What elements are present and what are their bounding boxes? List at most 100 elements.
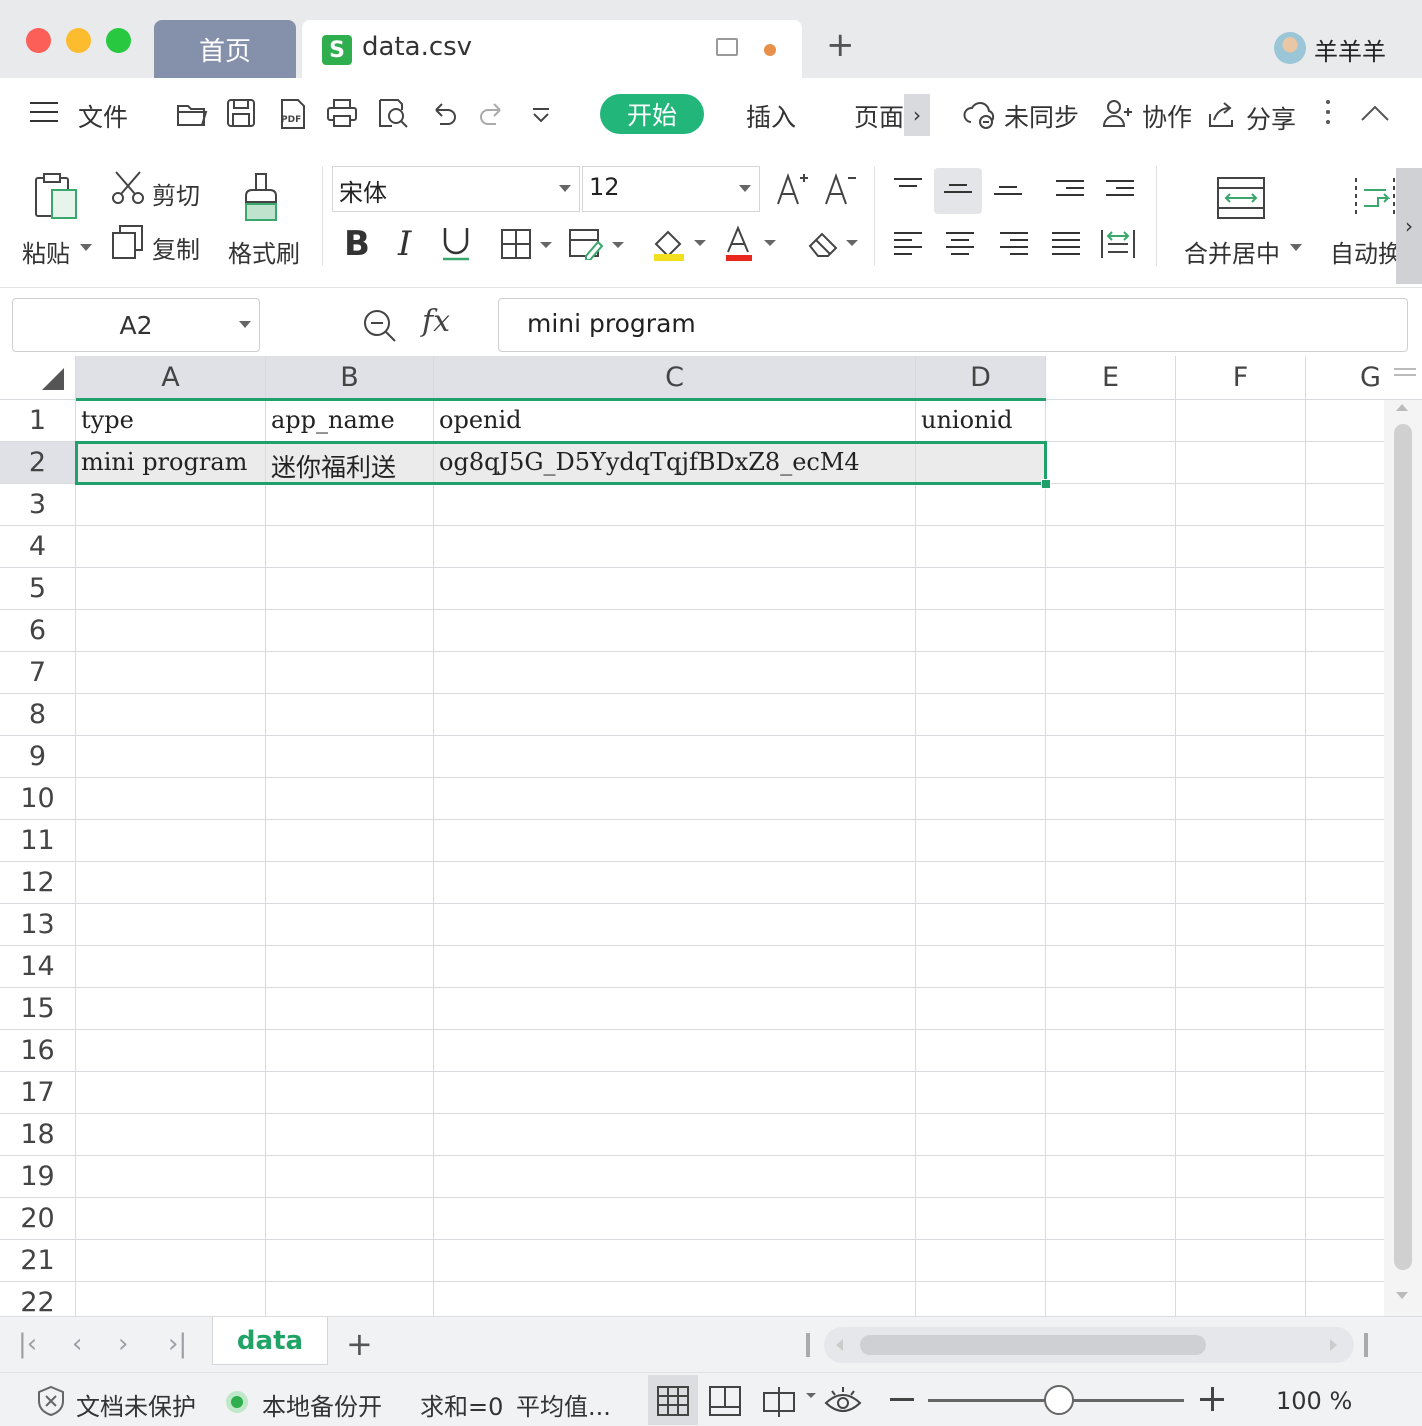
- row-header-9[interactable]: 9: [0, 736, 76, 778]
- cell-d9[interactable]: [916, 736, 1046, 778]
- paste-dropdown-icon[interactable]: [80, 244, 92, 251]
- cell-g4[interactable]: [1306, 526, 1384, 568]
- merge-center-icon[interactable]: [1216, 176, 1266, 220]
- file-menu[interactable]: 文件: [78, 98, 128, 134]
- align-right-icon[interactable]: [1000, 232, 1028, 255]
- format-painter-icon[interactable]: [240, 172, 284, 224]
- font-name-select[interactable]: 宋体: [332, 166, 580, 212]
- column-header-e[interactable]: E: [1046, 356, 1176, 400]
- cell-g22[interactable]: [1306, 1282, 1384, 1316]
- cell-f20[interactable]: [1176, 1198, 1306, 1240]
- cell-b13[interactable]: [266, 904, 434, 946]
- cell-b8[interactable]: [266, 694, 434, 736]
- tab-insert[interactable]: 插入: [746, 98, 796, 134]
- cell-g20[interactable]: [1306, 1198, 1384, 1240]
- increase-indent-icon[interactable]: [1106, 180, 1134, 202]
- cell-c17[interactable]: [434, 1072, 916, 1114]
- monitor-icon[interactable]: [716, 38, 738, 56]
- cell-style-icon[interactable]: [568, 226, 626, 260]
- cell-c8[interactable]: [434, 694, 916, 736]
- collaborate-icon[interactable]: [1102, 98, 1134, 128]
- formula-input[interactable]: mini program: [498, 298, 1408, 352]
- cell-b18[interactable]: [266, 1114, 434, 1156]
- cell-f1[interactable]: [1176, 400, 1306, 442]
- cell-a4[interactable]: [76, 526, 266, 568]
- cell-g21[interactable]: [1306, 1240, 1384, 1282]
- cell-e8[interactable]: [1046, 694, 1176, 736]
- fill-color-icon[interactable]: [650, 224, 708, 264]
- more-options-icon[interactable]: [1326, 100, 1330, 124]
- align-top-icon[interactable]: [894, 178, 922, 200]
- cell-a7[interactable]: [76, 652, 266, 694]
- select-all-corner[interactable]: [0, 356, 76, 400]
- bold-icon[interactable]: B: [344, 224, 370, 264]
- cell-c4[interactable]: [434, 526, 916, 568]
- merge-center-button[interactable]: 合并居中: [1184, 234, 1280, 269]
- row-header-15[interactable]: 15: [0, 988, 76, 1030]
- cell-b6[interactable]: [266, 610, 434, 652]
- cell-c12[interactable]: [434, 862, 916, 904]
- cell-f22[interactable]: [1176, 1282, 1306, 1316]
- row-header-5[interactable]: 5: [0, 568, 76, 610]
- row-header-12[interactable]: 12: [0, 862, 76, 904]
- cell-g7[interactable]: [1306, 652, 1384, 694]
- zoom-in-icon[interactable]: [1200, 1387, 1224, 1411]
- cell-c7[interactable]: [434, 652, 916, 694]
- cloud-sync-icon[interactable]: [962, 98, 998, 130]
- merge-dropdown-icon[interactable]: [1290, 244, 1302, 251]
- cell-c2[interactable]: og8qJ5G_D5YydqTqjfBDxZ8_ecM4: [434, 442, 916, 484]
- name-box[interactable]: A2: [12, 298, 260, 352]
- row-header-6[interactable]: 6: [0, 610, 76, 652]
- cell-d18[interactable]: [916, 1114, 1046, 1156]
- cell-c19[interactable]: [434, 1156, 916, 1198]
- ribbon-scroll-right-icon[interactable]: ›: [1396, 168, 1422, 284]
- page-layout-view-icon[interactable]: [708, 1385, 742, 1417]
- cell-d10[interactable]: [916, 778, 1046, 820]
- cell-a1[interactable]: type: [76, 400, 266, 442]
- cell-e3[interactable]: [1046, 484, 1176, 526]
- cell-e11[interactable]: [1046, 820, 1176, 862]
- cell-f3[interactable]: [1176, 484, 1306, 526]
- cell-d6[interactable]: [916, 610, 1046, 652]
- cell-c9[interactable]: [434, 736, 916, 778]
- justify-icon[interactable]: [1052, 232, 1080, 255]
- cell-f2[interactable]: [1176, 442, 1306, 484]
- cell-f13[interactable]: [1176, 904, 1306, 946]
- cell-f10[interactable]: [1176, 778, 1306, 820]
- cell-g6[interactable]: [1306, 610, 1384, 652]
- cell-e22[interactable]: [1046, 1282, 1176, 1316]
- row-header-13[interactable]: 13: [0, 904, 76, 946]
- collab-button[interactable]: 协作: [1142, 98, 1192, 134]
- cell-e21[interactable]: [1046, 1240, 1176, 1282]
- align-bottom-icon[interactable]: [994, 186, 1022, 208]
- cell-e1[interactable]: [1046, 400, 1176, 442]
- tab-home[interactable]: 首页: [154, 20, 296, 78]
- cell-e4[interactable]: [1046, 526, 1176, 568]
- cell-c14[interactable]: [434, 946, 916, 988]
- close-window-button[interactable]: [26, 28, 51, 53]
- cell-a2[interactable]: mini program: [76, 442, 266, 484]
- cell-a3[interactable]: [76, 484, 266, 526]
- cell-e10[interactable]: [1046, 778, 1176, 820]
- cell-g16[interactable]: [1306, 1030, 1384, 1072]
- cell-f6[interactable]: [1176, 610, 1306, 652]
- cell-g3[interactable]: [1306, 484, 1384, 526]
- row-header-19[interactable]: 19: [0, 1156, 76, 1198]
- cell-g11[interactable]: [1306, 820, 1384, 862]
- cell-d8[interactable]: [916, 694, 1046, 736]
- collapse-ribbon-icon[interactable]: [1360, 104, 1390, 122]
- cell-d13[interactable]: [916, 904, 1046, 946]
- new-tab-button[interactable]: +: [826, 28, 855, 62]
- split-handle-icon[interactable]: [1364, 1333, 1368, 1357]
- scroll-left-icon[interactable]: [836, 1339, 843, 1351]
- row-header-22[interactable]: 22: [0, 1282, 76, 1316]
- cell-f12[interactable]: [1176, 862, 1306, 904]
- cell-b17[interactable]: [266, 1072, 434, 1114]
- minimize-window-button[interactable]: [66, 28, 91, 53]
- cell-a15[interactable]: [76, 988, 266, 1030]
- italic-icon[interactable]: I: [398, 224, 411, 264]
- zoom-formula-icon[interactable]: [362, 308, 398, 344]
- cell-d7[interactable]: [916, 652, 1046, 694]
- cell-f7[interactable]: [1176, 652, 1306, 694]
- print-preview-icon[interactable]: [376, 98, 410, 130]
